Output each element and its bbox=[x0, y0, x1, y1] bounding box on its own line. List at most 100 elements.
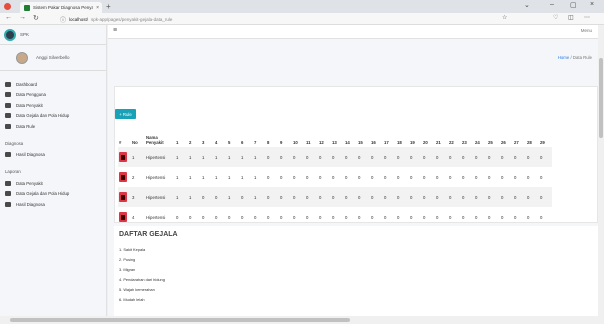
maximize-icon[interactable]: ▢ bbox=[570, 1, 577, 9]
col-no-header: No bbox=[132, 140, 138, 145]
col-symptom-header: 27 bbox=[514, 140, 519, 145]
close-window-icon[interactable]: × bbox=[590, 1, 594, 8]
cell-symptom-value: 1 bbox=[176, 154, 179, 160]
cell-symptom-value: 0 bbox=[280, 174, 283, 180]
tab-close-icon[interactable]: × bbox=[96, 5, 99, 11]
cell-symptom-value: 0 bbox=[423, 174, 426, 180]
sidebar-item-dashboard[interactable]: Dashboard bbox=[0, 79, 106, 90]
delete-button[interactable] bbox=[119, 192, 127, 202]
page-info-icon[interactable]: ⓘ bbox=[60, 15, 66, 24]
file-icon bbox=[5, 180, 11, 186]
main-content: ≡ Menu Home / Data Rule + Rule # No Nama… bbox=[108, 25, 598, 316]
sidebar-item-data-penyakit[interactable]: Data Penyakit bbox=[0, 100, 106, 111]
sidebar-item-laporan-hasil[interactable]: Hasil Diagnosa bbox=[0, 199, 106, 210]
cell-symptom-value: 0 bbox=[371, 174, 374, 180]
cell-symptom-value: 0 bbox=[423, 214, 426, 220]
cell-symptom-value: 0 bbox=[540, 154, 543, 160]
sidebar-item-data-gejala[interactable]: Data Gejala dan Pola Hidup bbox=[0, 111, 106, 122]
cell-symptom-value: 0 bbox=[241, 214, 244, 220]
browser-tab-bar: Sistem Pakar Diagnosa Penyakit × + ⌄ – ▢… bbox=[0, 0, 604, 13]
cell-symptom-value: 0 bbox=[189, 214, 192, 220]
favorite-star-icon[interactable]: ☆ bbox=[502, 14, 507, 21]
brand-name: SPK bbox=[20, 32, 30, 37]
cell-symptom-value: 0 bbox=[397, 194, 400, 200]
col-symptom-header: 18 bbox=[397, 140, 402, 145]
new-tab-icon[interactable]: + bbox=[106, 2, 111, 11]
table-header-row: # No Nama Penyakit 1 2 3 4 5 6 7 8 9 10 11 12 13 14 15… bbox=[118, 131, 552, 147]
cell-symptom-value: 0 bbox=[410, 194, 413, 200]
sidebar-item-laporan-penyakit[interactable]: Data Penyakit bbox=[0, 178, 106, 189]
table-row: 4 Hipertensi 0 0 0 0 0 0 0 0 0 0 0 0 0 0 0 0 0 0 0 0 0 0 0 0 0 0 0 0 0 bbox=[118, 207, 552, 227]
cell-symptom-value: 0 bbox=[267, 154, 270, 160]
cell-symptom-value: 0 bbox=[267, 194, 270, 200]
cell-symptom-value: 1 bbox=[189, 154, 192, 160]
cell-symptom-value: 1 bbox=[254, 174, 257, 180]
cell-symptom-value: 0 bbox=[332, 174, 335, 180]
browser-tab[interactable]: Sistem Pakar Diagnosa Penyakit × bbox=[20, 2, 102, 13]
cell-symptom-value: 0 bbox=[293, 194, 296, 200]
col-symptom-header: 15 bbox=[358, 140, 363, 145]
col-symptom-header: 20 bbox=[423, 140, 428, 145]
col-symptom-header: 13 bbox=[332, 140, 337, 145]
minimize-icon[interactable]: – bbox=[550, 1, 554, 8]
cell-name: Hipertensi bbox=[146, 154, 166, 160]
browser-profile-icon[interactable] bbox=[4, 3, 11, 10]
reload-icon[interactable]: ↻ bbox=[33, 14, 39, 22]
add-rule-button[interactable]: + Rule bbox=[115, 109, 136, 119]
cell-symptom-value: 0 bbox=[501, 214, 504, 220]
back-icon[interactable]: ← bbox=[5, 14, 12, 21]
cell-symptom-value: 0 bbox=[267, 214, 270, 220]
col-symptom-header: 10 bbox=[293, 140, 298, 145]
sidebar-item-laporan-gejala[interactable]: Data Gejala dan Pola Hidup bbox=[0, 189, 106, 200]
col-symptom-header: 22 bbox=[449, 140, 454, 145]
gear-icon bbox=[5, 123, 11, 129]
sidebar-item-data-rule[interactable]: Data Rule bbox=[0, 121, 106, 132]
horizontal-scroll-thumb[interactable] bbox=[10, 318, 350, 322]
sidebar-item-label: Dashboard bbox=[16, 81, 38, 87]
col-symptom-header: 26 bbox=[501, 140, 506, 145]
delete-button[interactable] bbox=[119, 152, 127, 162]
sidebar-item-data-pengguna[interactable]: Data Pengguna bbox=[0, 90, 106, 101]
trash-icon bbox=[121, 154, 125, 160]
brand[interactable]: SPK bbox=[0, 25, 106, 45]
cell-symptom-value: 0 bbox=[384, 154, 387, 160]
cell-symptom-value: 1 bbox=[215, 154, 218, 160]
browser-menu-icon[interactable]: ⋯ bbox=[584, 14, 590, 21]
cell-symptom-value: 0 bbox=[293, 154, 296, 160]
delete-button[interactable] bbox=[119, 212, 127, 222]
top-menu-link[interactable]: Menu bbox=[581, 28, 592, 33]
forward-icon[interactable]: → bbox=[19, 14, 26, 21]
tab-list-chevron-icon[interactable]: ⌄ bbox=[524, 1, 530, 9]
cell-symptom-value: 0 bbox=[319, 154, 322, 160]
col-symptom-header: 4 bbox=[215, 140, 218, 145]
users-icon bbox=[5, 92, 11, 98]
favorites-icon[interactable]: ♡ bbox=[553, 14, 558, 21]
action-cell bbox=[118, 207, 131, 227]
file-icon bbox=[5, 191, 11, 197]
col-symptom-header: 25 bbox=[488, 140, 493, 145]
cell-no: 1 bbox=[132, 154, 135, 160]
sidebar-item-hasil-diagnosa[interactable]: Hasil Diagnosa bbox=[0, 150, 106, 161]
cell-symptom-value: 1 bbox=[202, 154, 205, 160]
col-symptom-header: 28 bbox=[527, 140, 532, 145]
cell-symptom-value: 0 bbox=[488, 214, 491, 220]
table-row: 2 Hipertensi 1 1 1 1 1 1 1 0 0 0 0 0 0 0 0 0 0 0 0 0 0 0 0 0 0 0 0 0 0 bbox=[118, 167, 552, 187]
dashboard-icon bbox=[5, 81, 11, 87]
url-field[interactable]: ⓘ localhost/ spk-app/pages/penyakit-geja… bbox=[60, 15, 460, 24]
cell-symptom-value: 0 bbox=[176, 214, 179, 220]
breadcrumb-home[interactable]: Home bbox=[558, 55, 569, 60]
user-panel[interactable]: Anggi Silverbello bbox=[0, 45, 106, 71]
cell-symptom-value: 0 bbox=[501, 194, 504, 200]
sidebar-section-diagnosa: Diagnosa bbox=[5, 140, 24, 146]
cell-symptom-value: 0 bbox=[449, 214, 452, 220]
sidebar-section-laporan: Laporan bbox=[5, 169, 21, 174]
collections-icon[interactable]: ◫ bbox=[568, 14, 574, 21]
cell-symptom-value: 1 bbox=[189, 194, 192, 200]
col-symptom-header: 8 bbox=[267, 140, 270, 145]
col-symptom-header: 14 bbox=[345, 140, 350, 145]
cell-symptom-value: 0 bbox=[436, 194, 439, 200]
cell-symptom-value: 0 bbox=[527, 194, 530, 200]
hamburger-menu-icon[interactable]: ≡ bbox=[113, 27, 117, 34]
vertical-scroll-thumb[interactable] bbox=[599, 58, 603, 138]
delete-button[interactable] bbox=[119, 172, 127, 182]
